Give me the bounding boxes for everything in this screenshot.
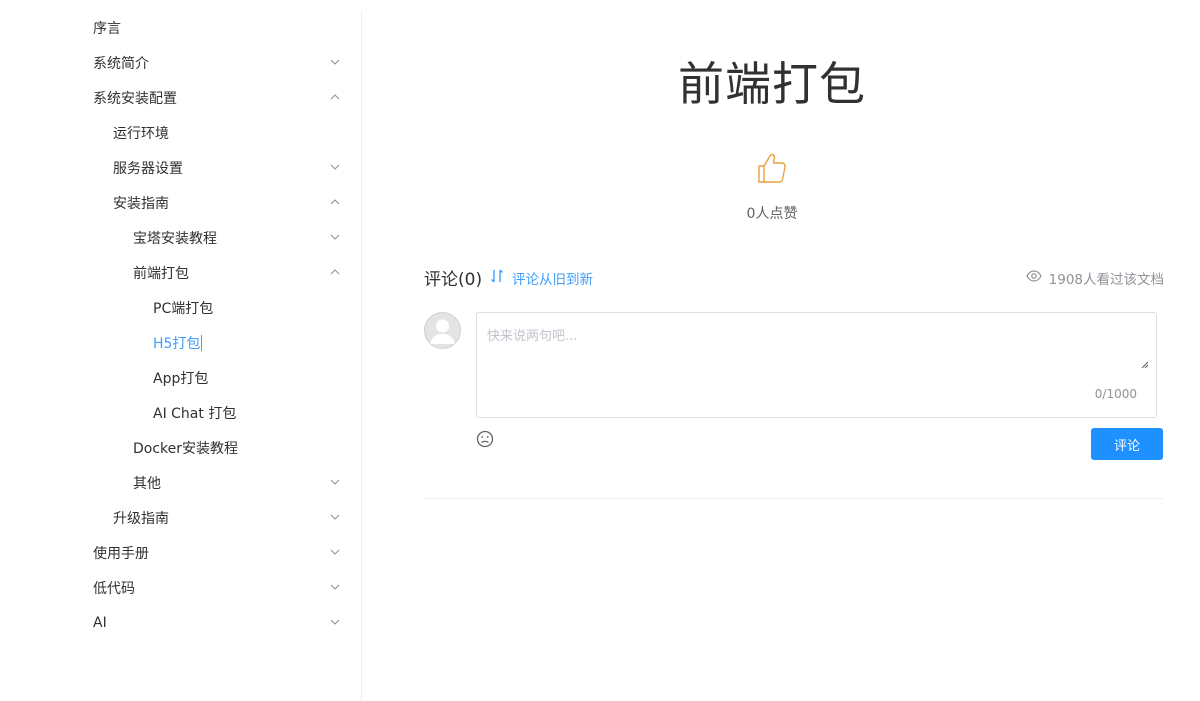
divider [424,498,1163,499]
sidebar-item-label: PC端打包 [153,300,214,317]
sidebar-item-label: 升级指南 [113,510,169,527]
sidebar-item-upgrade-guide[interactable]: 升级指南 [0,500,361,535]
sidebar-item-label: H5打包 [153,335,201,352]
sidebar-item-server-settings[interactable]: 服务器设置 [0,150,361,185]
sidebar-item-install-config[interactable]: 系统安装配置 [0,80,361,115]
chevron-down-icon [330,232,340,242]
sidebar-item-install-guide[interactable]: 安装指南 [0,185,361,220]
chevron-down-icon [330,582,340,592]
sidebar-item-user-manual[interactable]: 使用手册 [0,535,361,570]
like-count: 0人点赞 [746,206,798,222]
view-count-label: 1908人看过该文档 [1048,272,1164,288]
sidebar: 序言 系统简介 系统安装配置 运行环境 服务器设置 安装指南 宝塔安装教程 前端… [0,10,362,701]
text-cursor [201,334,203,351]
sidebar-item-label: Docker安装教程 [133,440,239,457]
sidebar-item-label: 安装指南 [113,195,169,212]
comments-header: 评论(0) 评论从旧到新 1908人看过该文档 [424,264,1164,290]
sidebar-item-label: AI Chat 打包 [153,405,237,422]
chevron-down-icon [330,477,340,487]
sidebar-item-pc-build[interactable]: PC端打包 [0,290,361,325]
chevron-down-icon [330,617,340,627]
chevron-down-icon [330,57,340,67]
sort-icon [490,268,512,288]
main-content: 前端打包 0人点赞 评论(0) 评论从旧到新 1908人看过该文档 快来说两句吧… [362,0,1200,701]
sidebar-item-label: AI [93,614,107,631]
sidebar-item-app-build[interactable]: App打包 [0,360,361,395]
chevron-down-icon [330,162,340,172]
sidebar-item-label: 系统简介 [93,55,149,72]
avatar [424,312,461,349]
resize-handle-icon[interactable] [1141,354,1149,369]
comments-title: 评论(0) [424,270,483,290]
sidebar-item-label: 低代码 [93,580,135,597]
sidebar-item-baota-tutorial[interactable]: 宝塔安装教程 [0,220,361,255]
eye-icon [1025,270,1049,286]
chevron-down-icon [330,547,340,557]
sidebar-item-docker-tutorial[interactable]: Docker安装教程 [0,430,361,465]
char-count: 0/1000 [1094,387,1137,401]
chevron-up-icon [330,267,340,277]
sidebar-item-label: App打包 [153,370,209,387]
like-button[interactable] [756,151,788,185]
thumbs-up-icon [756,153,788,189]
sidebar-item-label: 系统安装配置 [93,90,177,107]
sidebar-item-system-intro[interactable]: 系统简介 [0,45,361,80]
sidebar-item-low-code[interactable]: 低代码 [0,570,361,605]
chevron-up-icon [330,197,340,207]
sidebar-item-frontend-build[interactable]: 前端打包 [0,255,361,290]
chevron-up-icon [330,92,340,102]
submit-comment-button[interactable]: 评论 [1091,428,1163,460]
sidebar-item-label: 其他 [133,475,161,492]
sidebar-item-label: 前端打包 [133,265,189,282]
view-count: 1908人看过该文档 [1025,268,1164,288]
sidebar-item-label: 使用手册 [93,545,149,562]
sidebar-item-runtime-env[interactable]: 运行环境 [0,115,361,150]
comment-box: 0/1000 [476,312,1157,418]
sort-comments-toggle[interactable]: 评论从旧到新 [490,268,593,288]
sidebar-item-label: 运行环境 [113,125,169,142]
emoji-icon[interactable] [476,430,494,448]
chevron-down-icon [330,512,340,522]
page-title: 前端打包 [678,57,866,111]
sort-label: 评论从旧到新 [512,272,593,288]
sidebar-item-ai[interactable]: AI [0,605,361,640]
comment-input[interactable] [477,313,1156,373]
sidebar-item-label: 序言 [93,20,121,37]
sidebar-item-other[interactable]: 其他 [0,465,361,500]
sidebar-item-ai-chat-build[interactable]: AI Chat 打包 [0,395,361,430]
sidebar-item-label: 宝塔安装教程 [133,230,217,247]
sidebar-item-preface[interactable]: 序言 [0,10,361,45]
sidebar-item-label: 服务器设置 [113,160,183,177]
sidebar-item-h5-build[interactable]: H5打包 [0,325,361,360]
